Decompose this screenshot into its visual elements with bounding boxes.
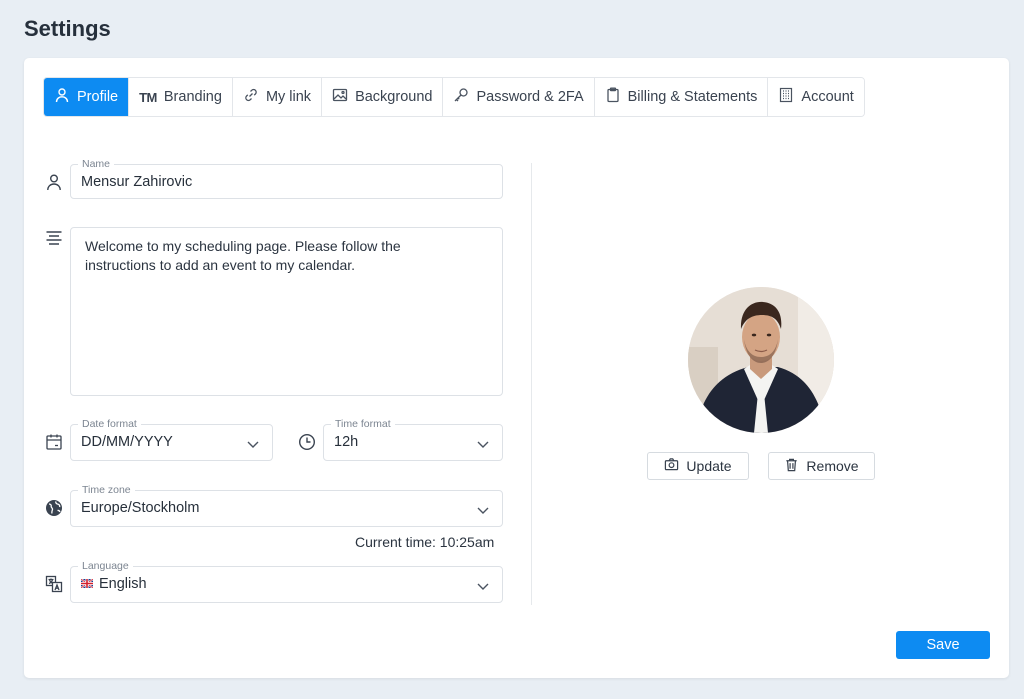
language-display: English [81,576,147,592]
tab-background[interactable]: Background [322,78,444,116]
tab-my-link[interactable]: My link [232,78,323,116]
avatar [688,287,834,433]
date-format-label: Date format [78,418,141,430]
time-zone-select[interactable]: Time zone Europe/Stockholm [70,484,503,527]
date-format-value: DD/MM/YYYY [81,434,173,450]
chevron-down-icon [477,441,489,448]
avatar-photo [688,287,834,433]
tab-password-2fa[interactable]: Password & 2FA [443,78,595,116]
key-icon [453,87,469,107]
trash-icon [784,457,799,475]
tab-label: Account [801,89,854,105]
name-label: Name [78,158,115,170]
update-label: Update [686,458,732,474]
translate-icon [45,575,63,593]
name-value: Mensur Zahirovic [81,174,193,190]
camera-icon [664,457,679,475]
user-icon [54,87,70,107]
tab-branding[interactable]: TM Branding [129,78,233,116]
chevron-down-icon [477,583,489,590]
settings-card: Profile TM Branding My link Background P… [24,58,1009,678]
image-icon [332,87,348,107]
building-icon [778,87,794,107]
language-value: English [99,576,147,592]
time-format-value: 12h [334,434,359,450]
align-center-icon [45,229,63,247]
tab-label: Billing & Statements [627,89,758,105]
trademark-icon: TM [139,89,157,105]
uk-flag-icon [81,579,93,588]
settings-tabs: Profile TM Branding My link Background P… [43,77,865,117]
tab-account[interactable]: Account [768,78,864,116]
page-title: Settings [24,16,111,41]
chevron-down-icon [477,507,489,514]
time-zone-label: Time zone [78,484,135,496]
tab-billing-statements[interactable]: Billing & Statements [594,78,769,116]
globe-icon [45,499,63,517]
language-label: Language [78,560,133,572]
clock-icon [298,433,316,451]
remove-label: Remove [806,458,859,474]
name-field[interactable]: Name Mensur Zahirovic [70,158,503,199]
save-button[interactable]: Save [896,631,990,659]
remove-avatar-button[interactable]: Remove [768,452,875,480]
calendar-icon [45,433,63,451]
language-select[interactable]: Language English [70,560,503,603]
bio-textarea[interactable]: Welcome to my scheduling page. Please fo… [70,227,503,396]
tab-label: Password & 2FA [476,89,584,105]
date-format-select[interactable]: Date format DD/MM/YYYY [70,418,273,461]
tab-label: My link [265,89,312,105]
tab-label: Profile [77,89,119,105]
tab-label: Background [355,89,433,105]
tab-label: Branding [163,89,222,105]
time-format-label: Time format [331,418,395,430]
tab-profile[interactable]: Profile [44,78,130,116]
column-divider [531,163,532,605]
time-format-select[interactable]: Time format 12h [323,418,503,461]
clipboard-icon [605,87,621,107]
bio-value: Welcome to my scheduling page. Please fo… [85,238,401,273]
chevron-down-icon [247,441,259,448]
update-avatar-button[interactable]: Update [647,452,749,480]
time-zone-value: Europe/Stockholm [81,500,200,516]
link-icon [243,87,259,107]
user-icon [45,173,63,191]
current-time: Current time: 10:25am [355,534,495,550]
